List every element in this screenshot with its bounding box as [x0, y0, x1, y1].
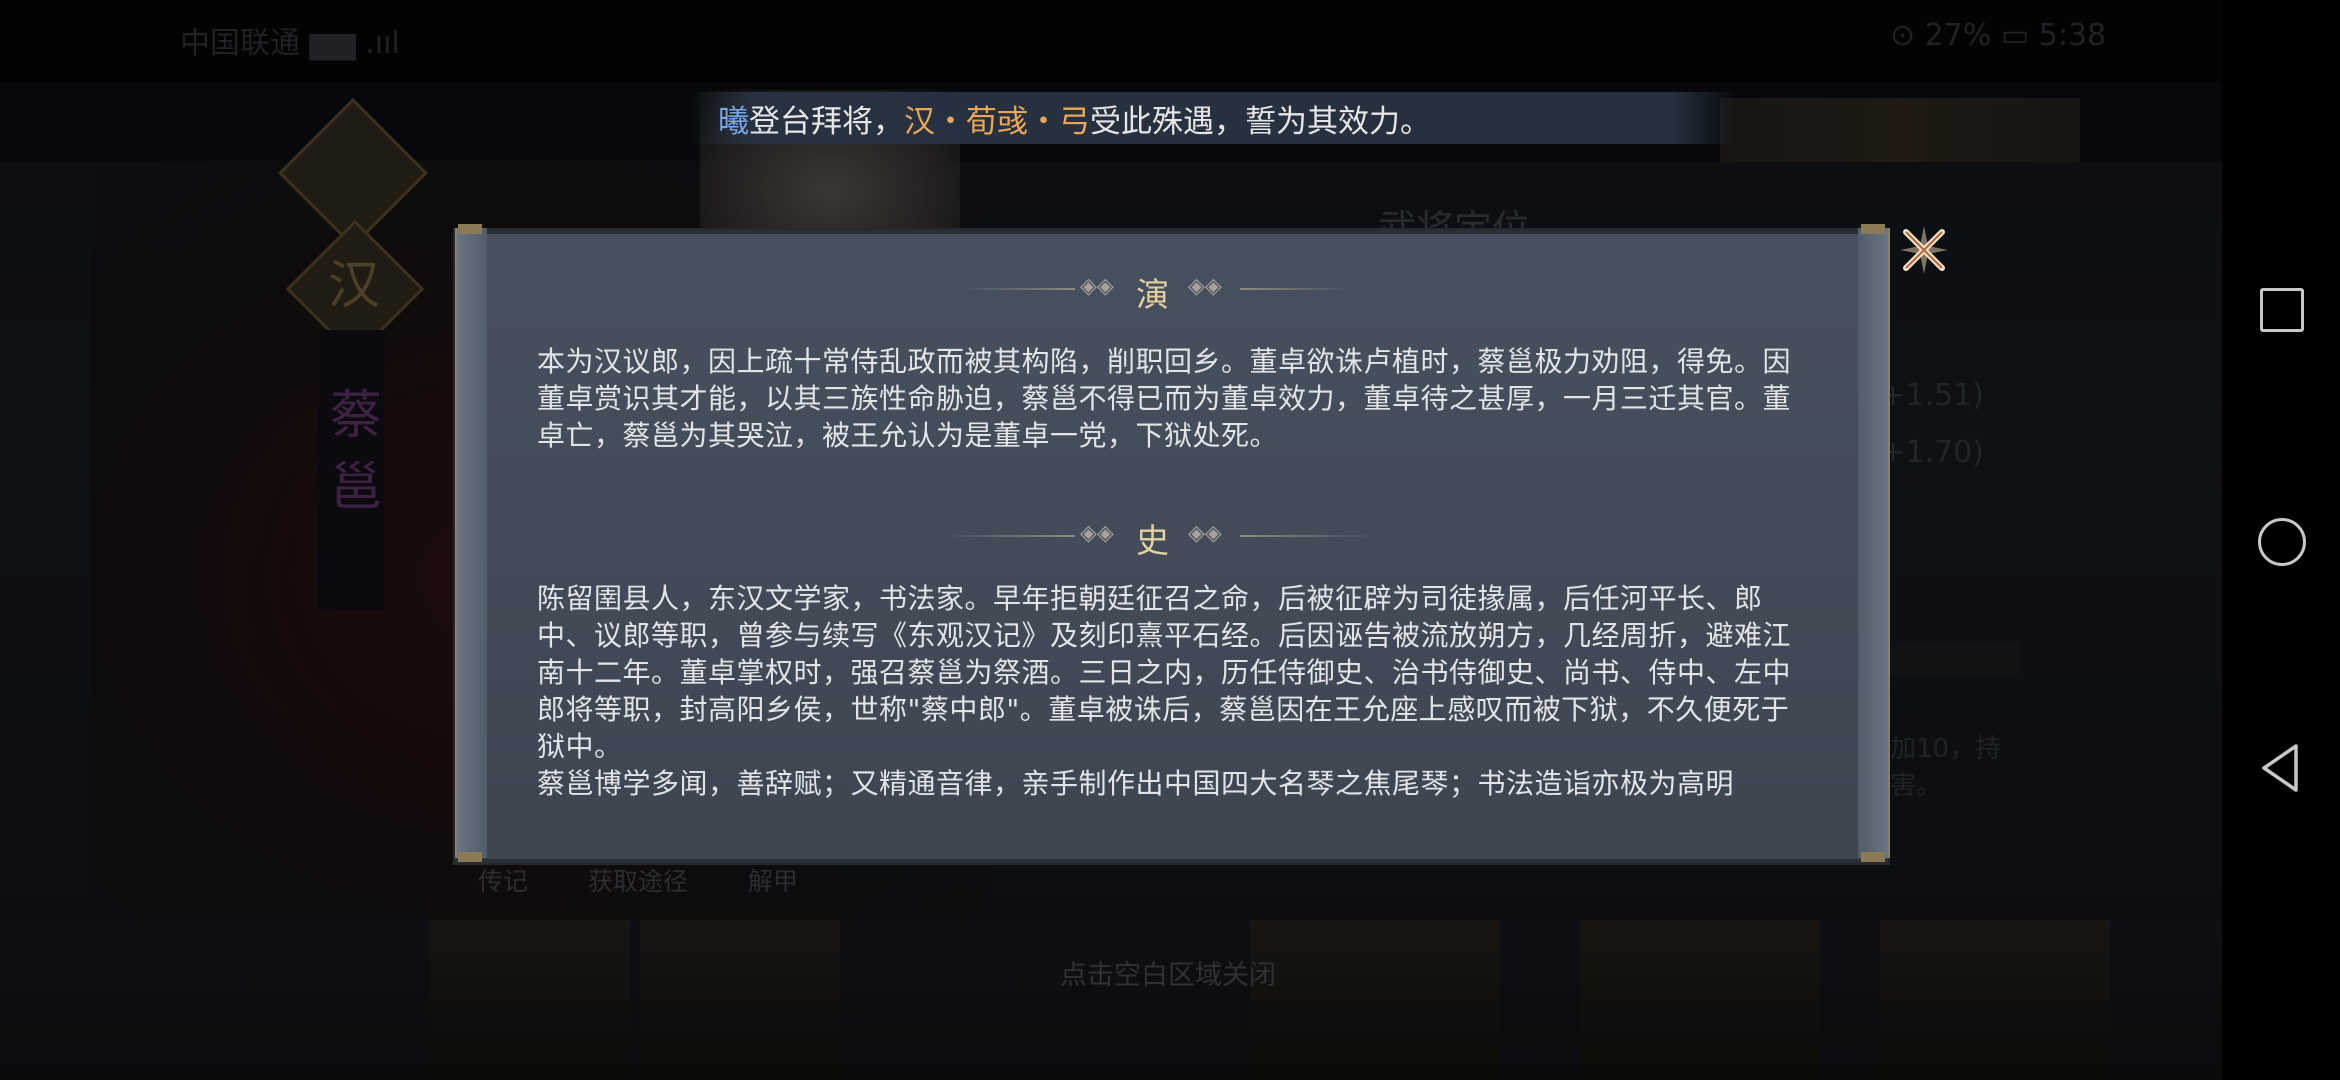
- rail-cap: [458, 224, 482, 234]
- ornament-icon: ◈◈: [1080, 274, 1114, 299]
- home-button[interactable]: [2258, 518, 2306, 566]
- close-button[interactable]: [1896, 222, 1952, 278]
- back-icon: [2262, 744, 2298, 792]
- section-title-history: 史: [1136, 521, 1169, 560]
- history-biography-text: 蔡邕博学多闻，善辞赋；又精通音律，亲手制作出中国四大名琴之焦尾琴；书法造诣亦极为…: [537, 767, 1735, 800]
- rail-cap: [1861, 852, 1885, 862]
- divider-line: [940, 535, 1075, 537]
- rail-cap: [458, 852, 482, 862]
- divider-line: [1240, 535, 1375, 537]
- announcement-part: 受此殊遇，誓为其效力。: [1090, 104, 1431, 140]
- announcement-player: 曦: [718, 104, 749, 140]
- scroll-rail-left: [455, 228, 487, 858]
- ornament-icon: ◈◈: [1188, 521, 1222, 546]
- history-biography-text: 陈留圉县人，东汉文学家，书法家。早年拒朝廷征召之命，后被征辟为司徒掾属，后任河平…: [537, 582, 1792, 763]
- section-title-novel: 演: [1136, 275, 1169, 314]
- ornament-icon: ◈◈: [1188, 274, 1222, 299]
- rail-cap: [1861, 224, 1885, 234]
- announcement-text: 曦登台拜将，汉・荀彧・弓受此殊遇，誓为其效力。: [718, 96, 1431, 141]
- divider-line: [1240, 288, 1350, 290]
- divider-line: [965, 288, 1075, 290]
- novel-biography-text: 本为汉议郎，因上疏十常侍乱政而被其构陷，削职回乡。董卓欲诛卢植时，蔡邕极力劝阻，…: [537, 345, 1792, 452]
- announcement-part: 登台拜将，: [749, 104, 904, 140]
- recent-apps-button[interactable]: [2260, 288, 2304, 332]
- back-button[interactable]: [2258, 742, 2302, 794]
- scroll-rail-right: [1858, 228, 1890, 858]
- announcement-hero: 汉・荀彧・弓: [904, 104, 1090, 140]
- ornament-icon: ◈◈: [1080, 521, 1114, 546]
- close-icon: [1900, 226, 1948, 274]
